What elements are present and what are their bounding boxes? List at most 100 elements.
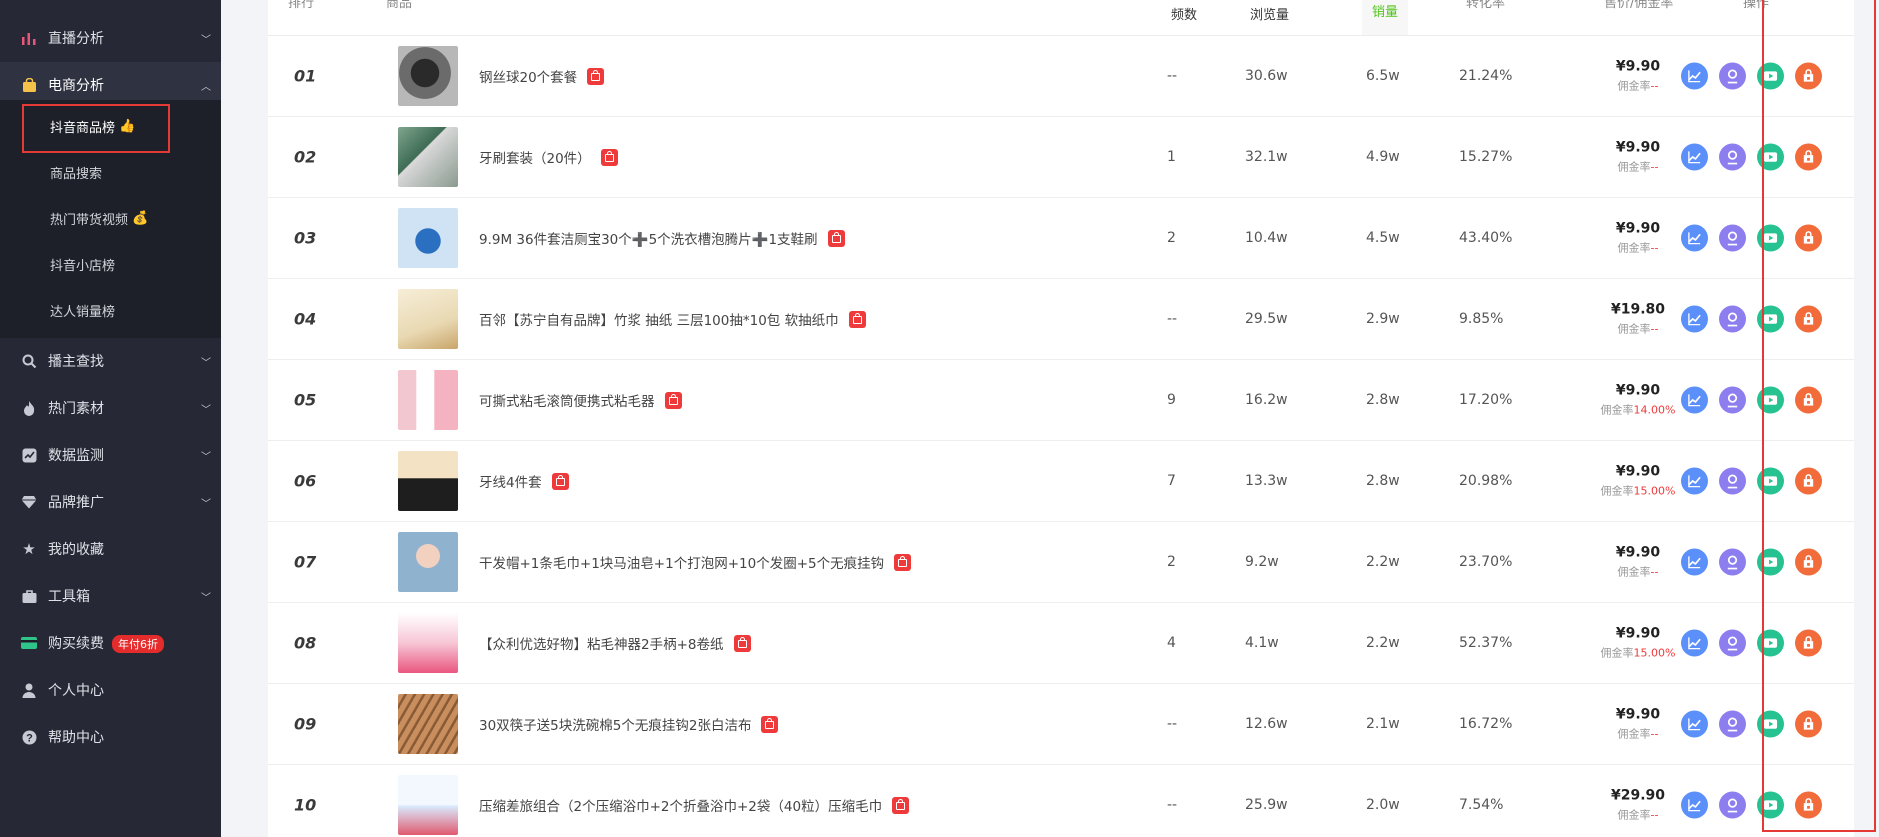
product-thumbnail[interactable] bbox=[398, 127, 458, 187]
shop-bag-icon[interactable] bbox=[600, 149, 618, 166]
nav-buy-renew[interactable]: 购买续费 年付6折 bbox=[0, 620, 221, 666]
influencer-icon[interactable] bbox=[1719, 548, 1746, 576]
influencer-icon[interactable] bbox=[1719, 386, 1746, 414]
video-play-icon[interactable] bbox=[1757, 467, 1784, 495]
influencer-icon[interactable] bbox=[1719, 224, 1746, 252]
table-row[interactable]: 05 可撕式粘毛滚筒便携式粘毛器 9 16.2w 2.8w 17.20% ¥9.90 佣金率1… bbox=[268, 360, 1854, 441]
shop-icon[interactable] bbox=[1795, 62, 1822, 90]
submenu-shop-rank[interactable]: 抖音小店榜 bbox=[50, 241, 115, 287]
trend-chart-icon[interactable] bbox=[1681, 305, 1708, 333]
shop-icon[interactable] bbox=[1795, 143, 1822, 171]
submenu-hot-video[interactable]: 热门带货视频 💰 bbox=[50, 195, 148, 241]
product-thumbnail[interactable] bbox=[398, 46, 458, 106]
trend-chart-icon[interactable] bbox=[1681, 710, 1708, 738]
shop-icon[interactable] bbox=[1795, 710, 1822, 738]
nav-profile[interactable]: 个人中心 bbox=[0, 667, 221, 713]
product-thumbnail[interactable] bbox=[398, 451, 458, 511]
product-thumbnail[interactable] bbox=[398, 613, 458, 673]
table-row[interactable]: 01 钢丝球20个套餐 -- 30.6w 6.5w 21.24% ¥9.90 佣金率-- bbox=[268, 36, 1854, 117]
product-thumbnail[interactable] bbox=[398, 289, 458, 349]
shop-bag-icon[interactable] bbox=[894, 554, 912, 571]
trend-chart-icon[interactable] bbox=[1681, 224, 1708, 252]
shop-icon[interactable] bbox=[1795, 467, 1822, 495]
video-play-icon[interactable] bbox=[1757, 62, 1784, 90]
th-conv[interactable]: 转化率 bbox=[1466, 0, 1505, 11]
shop-bag-icon[interactable] bbox=[664, 392, 682, 409]
product-name-link[interactable]: 可撕式粘毛滚筒便携式粘毛器 bbox=[479, 390, 682, 410]
shop-bag-icon[interactable] bbox=[551, 473, 569, 490]
table-row[interactable]: 04 百邻【苏宁自有品牌】竹浆 抽纸 三层100抽*10包 软抽纸巾 -- 29.5w… bbox=[268, 279, 1854, 360]
trend-chart-icon[interactable] bbox=[1681, 62, 1708, 90]
product-name-link[interactable]: 【众利优选好物】粘毛神器2手柄+8卷纸 bbox=[479, 633, 751, 653]
nav-anchor-search[interactable]: 播主查找 ﹀ bbox=[0, 338, 221, 384]
nav-favorites[interactable]: ★ 我的收藏 bbox=[0, 526, 221, 572]
trend-chart-icon[interactable] bbox=[1681, 143, 1708, 171]
influencer-icon[interactable] bbox=[1719, 467, 1746, 495]
influencer-icon[interactable] bbox=[1719, 791, 1746, 819]
table-row[interactable]: 10 压缩差旅组合（2个压缩浴巾+2个折叠浴巾+2袋（40粒）压缩毛巾 -- 25.9… bbox=[268, 765, 1854, 837]
influencer-icon[interactable] bbox=[1719, 143, 1746, 171]
th-price[interactable]: 售价/佣金率 bbox=[1604, 0, 1673, 11]
trend-chart-icon[interactable] bbox=[1681, 791, 1708, 819]
trend-chart-icon[interactable] bbox=[1681, 386, 1708, 414]
shop-icon[interactable] bbox=[1795, 629, 1822, 657]
table-row[interactable]: 09 30双筷子送5块洗碗棉5个无痕挂钩2张白洁布 -- 12.6w 2.1w 16.72… bbox=[268, 684, 1854, 765]
video-play-icon[interactable] bbox=[1757, 629, 1784, 657]
video-play-icon[interactable] bbox=[1757, 710, 1784, 738]
shop-icon[interactable] bbox=[1795, 224, 1822, 252]
nav-live-analysis[interactable]: 直播分析 ﹀ bbox=[0, 15, 221, 61]
product-thumbnail[interactable] bbox=[398, 370, 458, 430]
product-thumbnail[interactable] bbox=[398, 532, 458, 592]
video-play-icon[interactable] bbox=[1757, 386, 1784, 414]
nav-data-monitor[interactable]: 数据监测 ﹀ bbox=[0, 432, 221, 478]
shop-bag-icon[interactable] bbox=[733, 635, 751, 652]
nav-toolbox[interactable]: 工具箱 ﹀ bbox=[0, 573, 221, 619]
table-row[interactable]: 06 牙线4件套 7 13.3w 2.8w 20.98% ¥9.90 佣金率15.00% bbox=[268, 441, 1854, 522]
product-name-link[interactable]: 30双筷子送5块洗碗棉5个无痕挂钩2张白洁布 bbox=[479, 714, 779, 734]
shop-bag-icon[interactable] bbox=[827, 230, 845, 247]
trend-chart-icon[interactable] bbox=[1681, 629, 1708, 657]
nav-help[interactable]: ? 帮助中心 bbox=[0, 714, 221, 760]
shop-bag-icon[interactable] bbox=[587, 68, 605, 85]
submenu-influencer-sales[interactable]: 达人销量榜 bbox=[50, 287, 115, 333]
influencer-icon[interactable] bbox=[1719, 629, 1746, 657]
product-name-link[interactable]: 牙线4件套 bbox=[479, 471, 569, 491]
shop-icon[interactable] bbox=[1795, 791, 1822, 819]
video-play-icon[interactable] bbox=[1757, 791, 1784, 819]
shop-icon[interactable] bbox=[1795, 548, 1822, 576]
product-name-link[interactable]: 钢丝球20个套餐 bbox=[479, 66, 605, 86]
trend-chart-icon[interactable] bbox=[1681, 548, 1708, 576]
video-play-icon[interactable] bbox=[1757, 143, 1784, 171]
nav-hot-material[interactable]: 热门素材 ﹀ bbox=[0, 385, 221, 431]
shop-icon[interactable] bbox=[1795, 305, 1822, 333]
influencer-icon[interactable] bbox=[1719, 710, 1746, 738]
product-name-link[interactable]: 压缩差旅组合（2个压缩浴巾+2个折叠浴巾+2袋（40粒）压缩毛巾 bbox=[479, 795, 910, 815]
video-play-icon[interactable] bbox=[1757, 224, 1784, 252]
submenu-product-search[interactable]: 商品搜索 bbox=[50, 149, 102, 195]
table-row[interactable]: 03 9.9M 36件套洁厕宝30个➕5个洗衣槽泡腾片➕1支鞋刷 2 10.4w 4.5… bbox=[268, 198, 1854, 279]
product-thumbnail[interactable] bbox=[398, 208, 458, 268]
th-sales[interactable]: 销量 bbox=[1362, 0, 1409, 35]
video-play-icon[interactable] bbox=[1757, 548, 1784, 576]
nav-brand-promo[interactable]: 品牌推广 ﹀ bbox=[0, 479, 221, 525]
table-row[interactable]: 08 【众利优选好物】粘毛神器2手柄+8卷纸 4 4.1w 2.2w 52.37% ¥9.9… bbox=[268, 603, 1854, 684]
product-thumbnail[interactable] bbox=[398, 694, 458, 754]
commission-line: 佣金率-- bbox=[1583, 321, 1693, 337]
product-name-link[interactable]: 牙刷套装（20件） bbox=[479, 147, 618, 167]
product-name-link[interactable]: 干发帽+1条毛巾+1块马油皂+1个打泡网+10个发圈+5个无痕挂钩 bbox=[479, 552, 912, 572]
table-row[interactable]: 07 干发帽+1条毛巾+1块马油皂+1个打泡网+10个发圈+5个无痕挂钩 2 9.2w… bbox=[268, 522, 1854, 603]
shop-bag-icon[interactable] bbox=[848, 311, 866, 328]
th-freq[interactable]: 频数 bbox=[1171, 4, 1197, 23]
shop-bag-icon[interactable] bbox=[761, 716, 779, 733]
product-name-link[interactable]: 9.9M 36件套洁厕宝30个➕5个洗衣槽泡腾片➕1支鞋刷 bbox=[479, 228, 845, 248]
product-name-link[interactable]: 百邻【苏宁自有品牌】竹浆 抽纸 三层100抽*10包 软抽纸巾 bbox=[479, 309, 866, 329]
shop-icon[interactable] bbox=[1795, 386, 1822, 414]
video-play-icon[interactable] bbox=[1757, 305, 1784, 333]
th-views[interactable]: 浏览量 bbox=[1250, 4, 1289, 23]
product-thumbnail[interactable] bbox=[398, 775, 458, 835]
influencer-icon[interactable] bbox=[1719, 62, 1746, 90]
shop-bag-icon[interactable] bbox=[892, 797, 910, 814]
table-row[interactable]: 02 牙刷套装（20件） 1 32.1w 4.9w 15.27% ¥9.90 佣金率-- bbox=[268, 117, 1854, 198]
influencer-icon[interactable] bbox=[1719, 305, 1746, 333]
trend-chart-icon[interactable] bbox=[1681, 467, 1708, 495]
